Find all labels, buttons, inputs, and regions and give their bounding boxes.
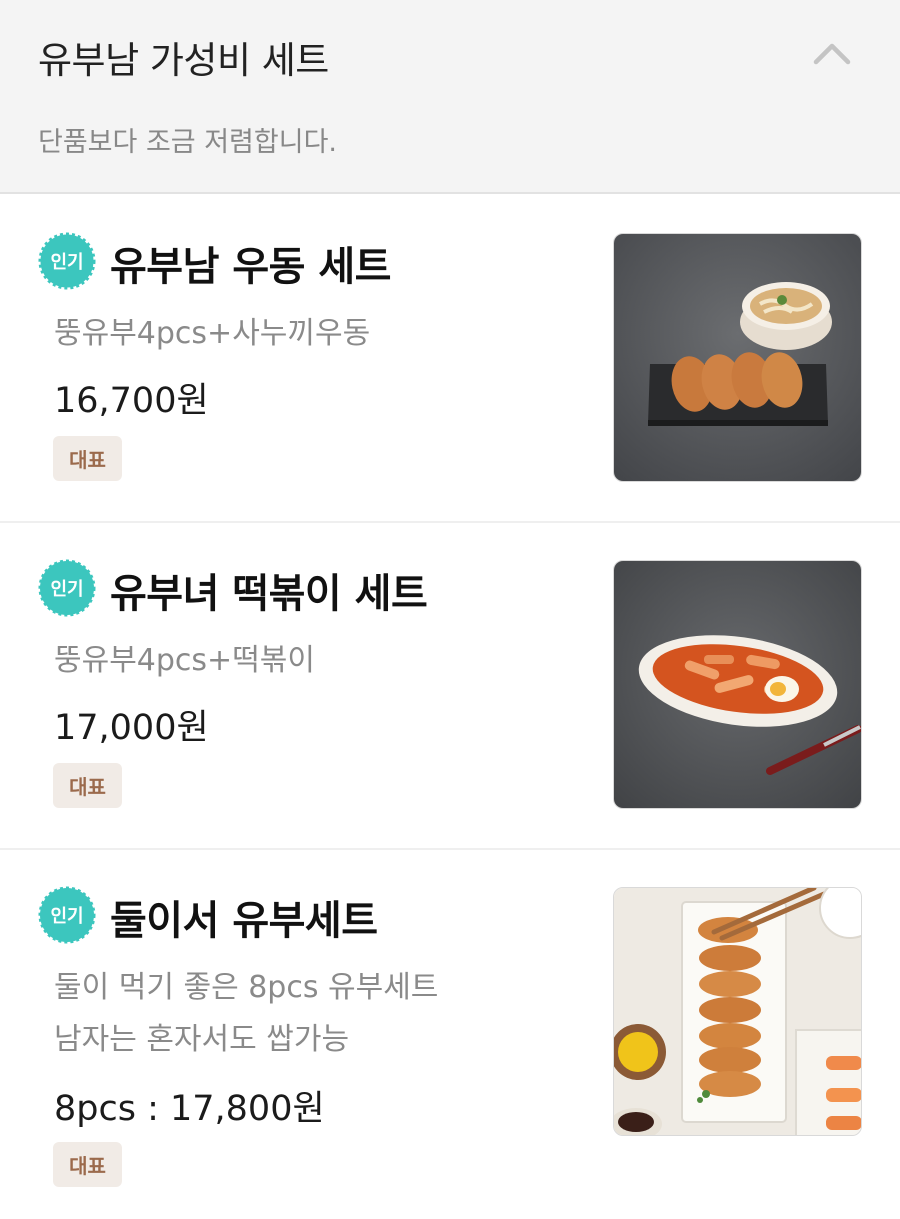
item-description-line: 둘이 먹기 좋은 8pcs 유부세트 [54,970,439,1005]
item-name: 유부녀 떡볶이 세트 [110,571,428,617]
section-title: 유부남 가성비 세트 [38,39,329,82]
item-name: 유부남 우동 세트 [110,244,391,290]
chevron-up-icon [813,43,851,65]
item-price: 17,000원 [54,708,209,748]
popular-badge: 인기 [38,886,96,944]
menu-item-udon-set[interactable]: 인기 유부남 우동 세트 뚱유부4pcs+사누끼우동 16,700원 대표 [0,196,900,523]
item-price: 16,700원 [54,381,209,421]
item-price: 8pcs : 17,800원 [54,1089,325,1129]
item-photo-tteokbokki-set[interactable] [613,560,862,809]
item-photo-duo-set[interactable] [613,887,862,1136]
menu-item-tteokbokki-set[interactable]: 인기 유부녀 떡볶이 세트 뚱유부4pcs+떡볶이 17,000원 대표 [0,523,900,850]
popular-badge: 인기 [38,559,96,617]
item-description-line: 뚱유부4pcs+떡볶이 [54,643,315,678]
item-photo-udon-set[interactable] [613,233,862,482]
section-header[interactable]: 유부남 가성비 세트 단품보다 조금 저렴합니다. [0,0,900,194]
popular-badge: 인기 [38,232,96,290]
signature-tag: 대표 [53,763,122,808]
signature-tag: 대표 [53,1142,122,1187]
collapse-button[interactable] [806,30,858,76]
item-description: 뚱유부4pcs+떡볶이 [54,635,315,687]
popular-badge-label: 인기 [50,252,83,273]
item-description-line: 뚱유부4pcs+사누끼우동 [54,316,371,351]
item-description: 둘이 먹기 좋은 8pcs 유부세트 남자는 혼자서도 쌉가능 [54,962,438,1066]
item-description-line: 남자는 혼자서도 쌉가능 [54,1022,350,1057]
popular-badge-label: 인기 [50,579,83,600]
item-name: 둘이서 유부세트 [110,898,378,944]
popular-badge-label: 인기 [50,906,83,927]
item-description: 뚱유부4pcs+사누끼우동 [54,308,370,360]
section-subtitle: 단품보다 조금 저렴합니다. [38,127,337,158]
menu-item-duo-set[interactable]: 인기 둘이서 유부세트 둘이 먹기 좋은 8pcs 유부세트 남자는 혼자서도 … [0,850,900,1219]
signature-tag: 대표 [53,436,122,481]
